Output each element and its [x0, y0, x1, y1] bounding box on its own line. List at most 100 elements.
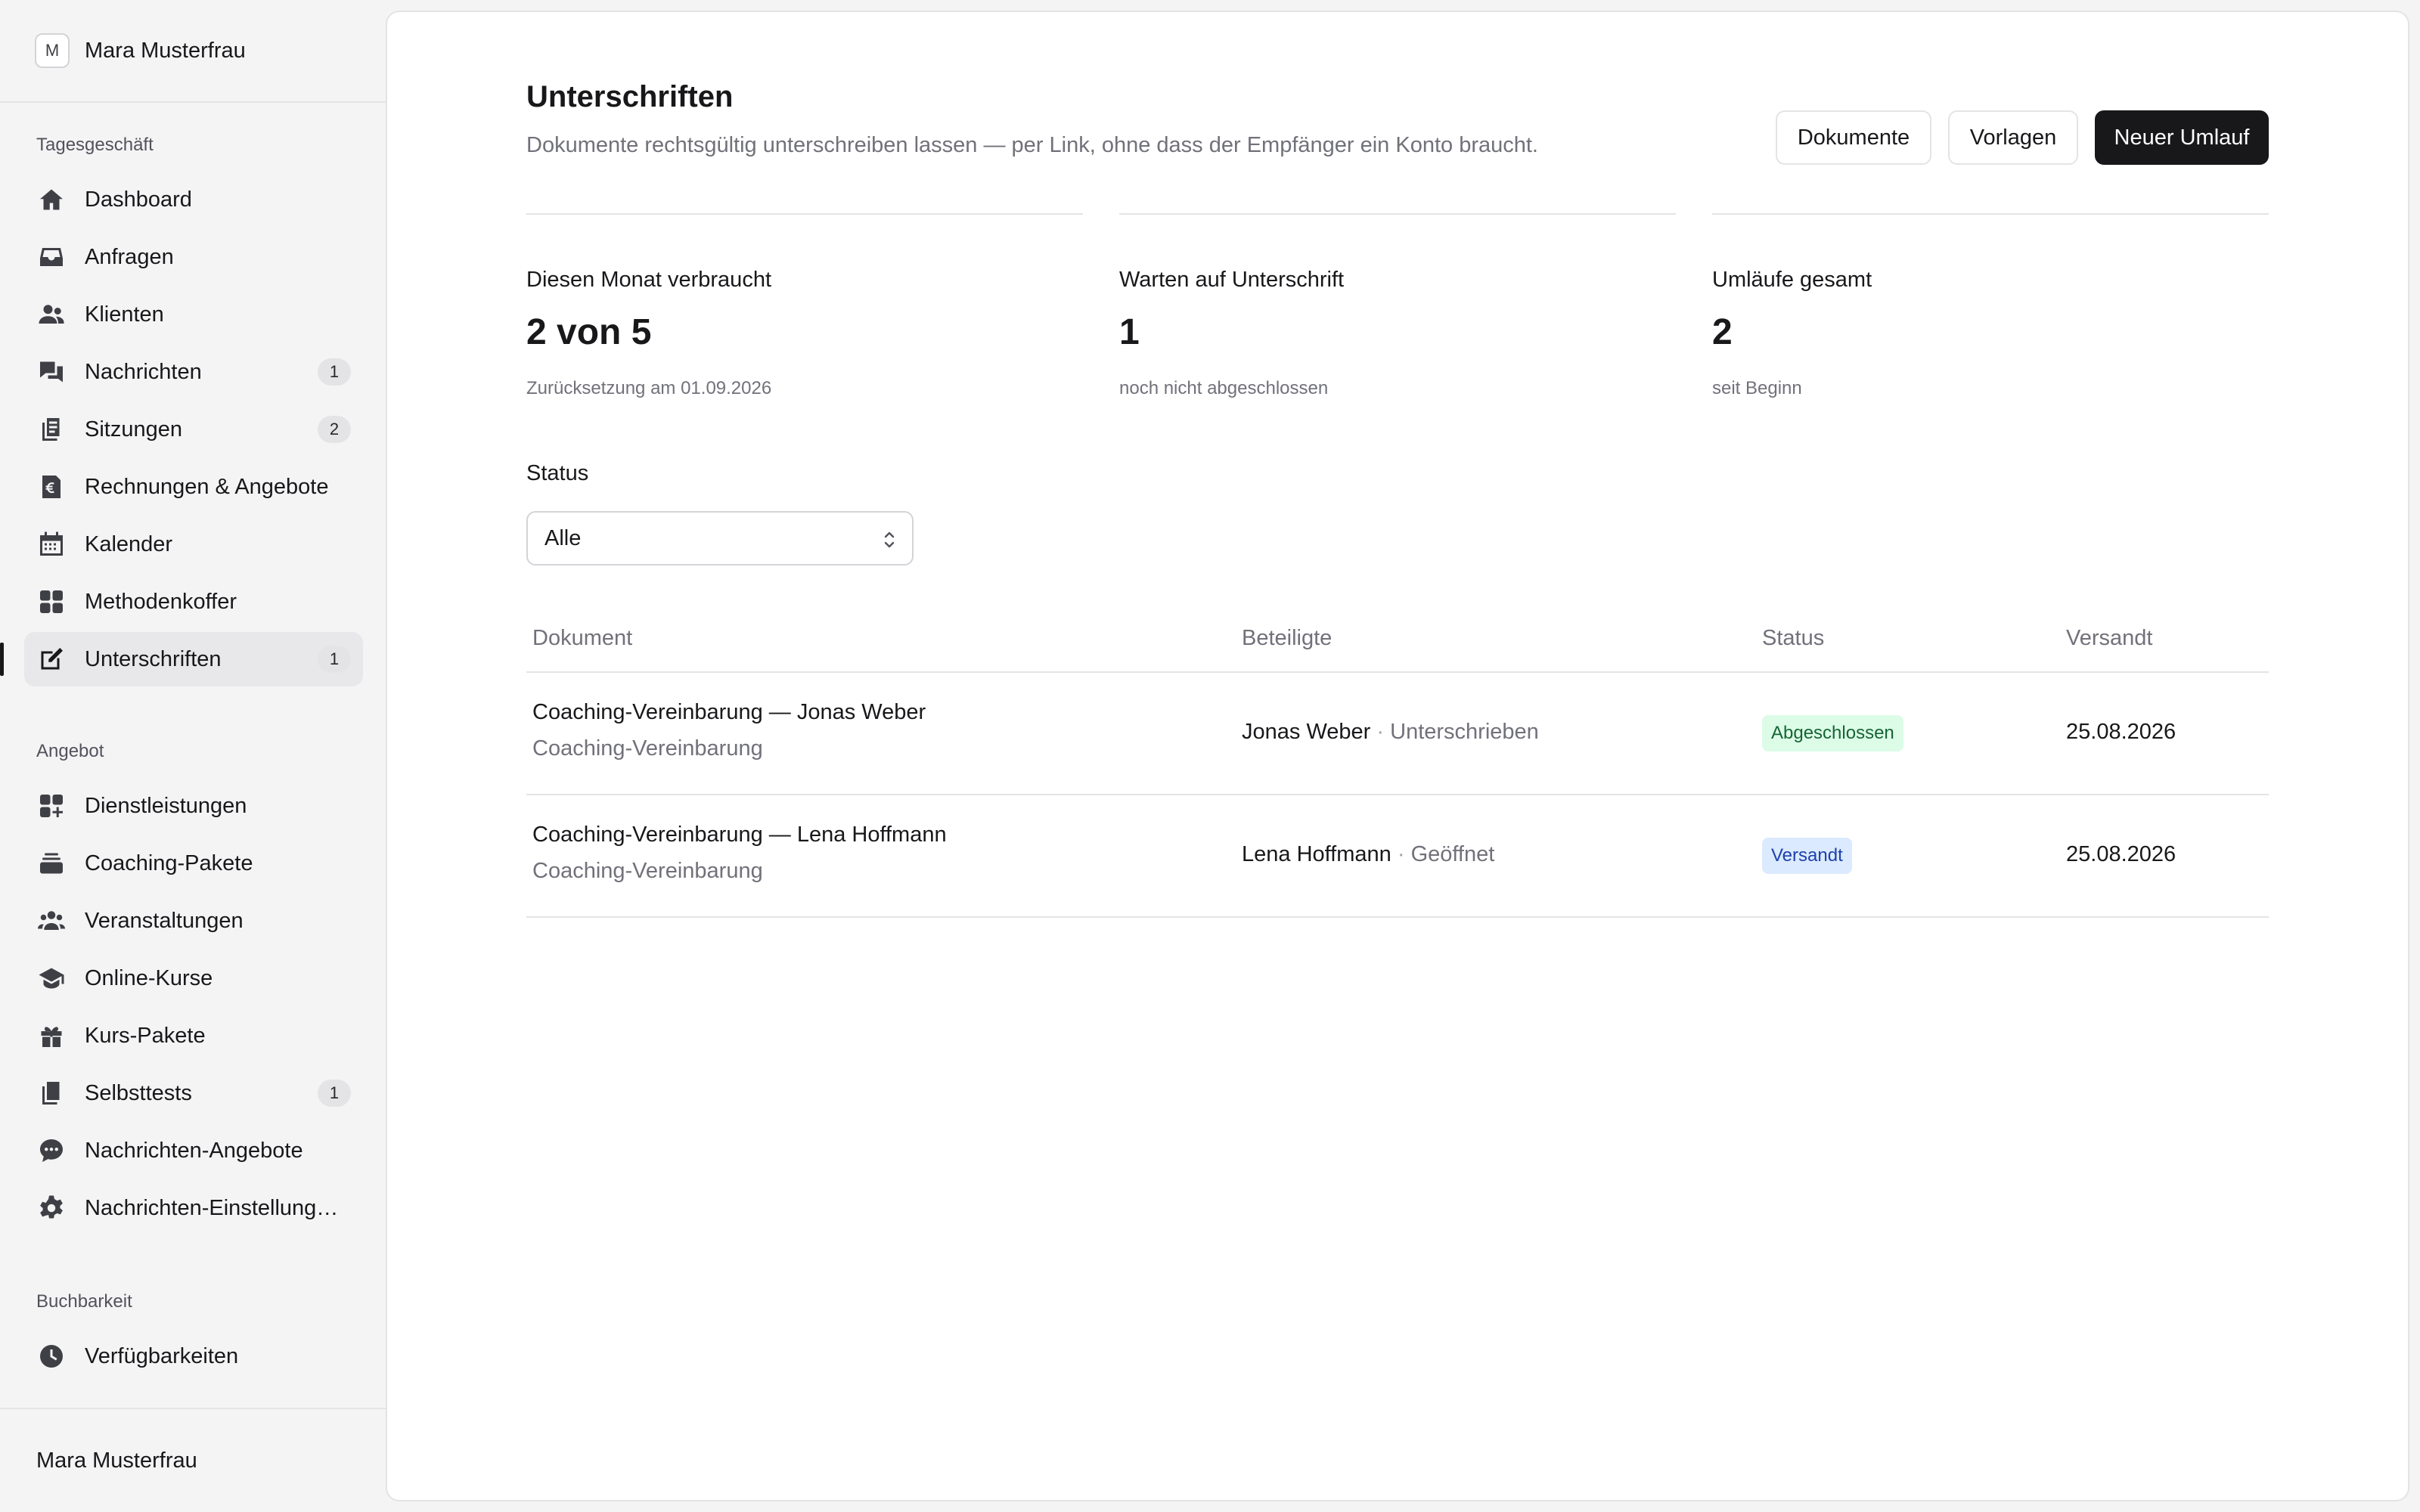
sidebar-item-label: Nachrichten-Einstellung…	[85, 1195, 339, 1220]
section-label-buchbarkeit: Buchbarkeit	[36, 1291, 132, 1312]
sidebar-item-label: Verfügbarkeiten	[85, 1343, 239, 1368]
stat-card-waiting: Warten auf Unterschrift 1 noch nicht abg…	[1119, 213, 1676, 417]
sidebar-item-rechnungen[interactable]: Rechnungen & Angebote	[24, 460, 363, 514]
sidebar-item-nachrichten-einstellungen[interactable]: Nachrichten-Einstellung…	[24, 1181, 363, 1235]
sidebar-item-unterschriften[interactable]: Unterschriften 1	[24, 632, 363, 686]
status-filter-label: Status	[526, 461, 589, 485]
stat-hint: Zurücksetzung am 01.09.2026	[526, 378, 772, 398]
stat-card-total: Umläufe gesamt 2 seit Beginn	[1712, 213, 2269, 417]
sidebar-item-label: Klienten	[85, 302, 164, 327]
stat-value: 2	[1712, 312, 1733, 352]
grid-plus-icon	[36, 791, 67, 821]
sidebar: M Mara Musterfrau Tagesgeschäft Dashboar…	[0, 0, 386, 1512]
documents-button[interactable]: Dokumente	[1776, 110, 1931, 165]
home-icon	[36, 184, 67, 215]
sidebar-item-coaching-pakete[interactable]: Coaching-Pakete	[24, 836, 363, 891]
stat-label: Umläufe gesamt	[1712, 268, 1872, 292]
checklist-icon	[36, 1078, 67, 1108]
participant-name: Lena Hoffmann	[1242, 842, 1392, 866]
sidebar-item-kurs-pakete[interactable]: Kurs-Pakete	[24, 1009, 363, 1063]
table-row[interactable]: Coaching-Vereinbarung — Lena Hoffmann Co…	[526, 795, 2269, 918]
edit-icon	[36, 644, 67, 674]
column-header-status[interactable]: Status	[1762, 626, 1824, 651]
sidebar-item-label: Coaching-Pakete	[85, 850, 253, 875]
sidebar-item-label: Unterschriften	[85, 646, 222, 671]
sidebar-item-label: Nachrichten	[85, 359, 202, 384]
new-circulation-button[interactable]: Neuer Umlauf	[2095, 110, 2269, 165]
sidebar-item-label: Kurs-Pakete	[85, 1023, 206, 1048]
sidebar-item-sitzungen[interactable]: Sitzungen 2	[24, 402, 363, 457]
clock-icon	[36, 1341, 67, 1371]
chat-icon	[36, 357, 67, 387]
sidebar-item-label: Dashboard	[85, 187, 192, 212]
table-row[interactable]: Coaching-Vereinbarung — Jonas Weber Coac…	[526, 673, 2269, 795]
stat-value: 2 von 5	[526, 312, 652, 352]
sidebar-item-klienten[interactable]: Klienten	[24, 287, 363, 342]
participant-name: Jonas Weber	[1242, 720, 1371, 744]
avatar: M	[35, 33, 70, 68]
account-switcher[interactable]: M Mara Musterfrau	[0, 0, 386, 103]
footer-user-name: Mara Musterfrau	[36, 1448, 197, 1473]
sidebar-item-selbsttests[interactable]: Selbsttests 1	[24, 1066, 363, 1120]
stat-card-used: Diesen Monat verbraucht 2 von 5 Zurückse…	[526, 213, 1083, 417]
unread-badge: 1	[318, 358, 351, 386]
users-icon	[36, 299, 67, 330]
sidebar-item-online-kurse[interactable]: Online-Kurse	[24, 951, 363, 1005]
grid-icon	[36, 587, 67, 617]
sidebar-item-methodenkoffer[interactable]: Methodenkoffer	[24, 575, 363, 629]
signatures-table: Dokument Beteiligte Status Versandt Coac…	[526, 609, 2269, 918]
sidebar-item-dashboard[interactable]: Dashboard	[24, 172, 363, 227]
sidebar-item-label: Sitzungen	[85, 417, 182, 442]
sidebar-item-veranstaltungen[interactable]: Veranstaltungen	[24, 894, 363, 948]
column-header-dokument[interactable]: Dokument	[532, 626, 632, 651]
files-icon	[36, 414, 67, 445]
separator: ·	[1370, 720, 1391, 744]
sidebar-item-dienstleistungen[interactable]: Dienstleistungen	[24, 779, 363, 833]
sidebar-footer-user[interactable]: Mara Musterfrau	[0, 1408, 386, 1512]
stat-hint: noch nicht abgeschlossen	[1119, 378, 1329, 398]
count-badge: 1	[318, 646, 351, 673]
table-header: Dokument Beteiligte Status Versandt	[526, 609, 2269, 673]
sent-date: 25.08.2026	[2066, 842, 2176, 866]
count-badge: 1	[318, 1080, 351, 1107]
document-title[interactable]: Coaching-Vereinbarung — Jonas Weber	[532, 700, 926, 725]
sidebar-item-label: Kalender	[85, 531, 173, 556]
stat-label: Diesen Monat verbraucht	[526, 268, 771, 292]
sidebar-item-anfragen[interactable]: Anfragen	[24, 230, 363, 284]
sidebar-item-nachrichten-angebote[interactable]: Nachrichten-Angebote	[24, 1123, 363, 1178]
page-title: Unterschriften	[526, 80, 734, 113]
sidebar-item-label: Dienstleistungen	[85, 793, 247, 818]
column-header-beteiligte[interactable]: Beteiligte	[1242, 626, 1332, 651]
message-dots-icon	[36, 1136, 67, 1166]
account-name: Mara Musterfrau	[85, 38, 246, 63]
sidebar-item-label: Nachrichten-Angebote	[85, 1138, 303, 1163]
sidebar-item-kalender[interactable]: Kalender	[24, 517, 363, 572]
document-template: Coaching-Vereinbarung	[532, 859, 763, 883]
status-filter-select[interactable]: Alle	[526, 511, 914, 565]
sidebar-item-label: Selbsttests	[85, 1080, 192, 1105]
sidebar-item-label: Veranstaltungen	[85, 908, 244, 933]
document-title[interactable]: Coaching-Vereinbarung — Lena Hoffmann	[532, 823, 947, 847]
page-subtitle: Dokumente rechtsgültig unterschreiben la…	[526, 133, 1538, 157]
participant: Jonas Weber · Unterschrieben	[1242, 720, 1539, 745]
stat-label: Warten auf Unterschrift	[1119, 268, 1345, 292]
sidebar-item-verfuegbarkeiten[interactable]: Verfügbarkeiten	[24, 1329, 363, 1383]
gift-icon	[36, 1021, 67, 1051]
calendar-icon	[36, 529, 67, 559]
group-icon	[36, 906, 67, 936]
graduation-icon	[36, 963, 67, 993]
main-panel: Unterschriften Dokumente rechtsgültig un…	[386, 11, 2409, 1501]
stat-value: 1	[1119, 312, 1140, 352]
templates-button[interactable]: Vorlagen	[1948, 110, 2078, 165]
column-header-versandt[interactable]: Versandt	[2066, 626, 2152, 651]
sidebar-item-label: Methodenkoffer	[85, 589, 237, 614]
section-label-angebot: Angebot	[36, 741, 104, 761]
sidebar-nav[interactable]: Tagesgeschäft Dashboard Anfragen Kliente…	[0, 104, 386, 1406]
separator: ·	[1391, 842, 1411, 866]
count-badge: 2	[318, 416, 351, 443]
sidebar-item-label: Rechnungen & Angebote	[85, 474, 329, 499]
sidebar-item-nachrichten[interactable]: Nachrichten 1	[24, 345, 363, 399]
participant-state: Unterschrieben	[1390, 720, 1539, 744]
section-label-tagesgeschaeft: Tagesgeschäft	[36, 135, 154, 155]
sidebar-item-label: Online-Kurse	[85, 965, 213, 990]
